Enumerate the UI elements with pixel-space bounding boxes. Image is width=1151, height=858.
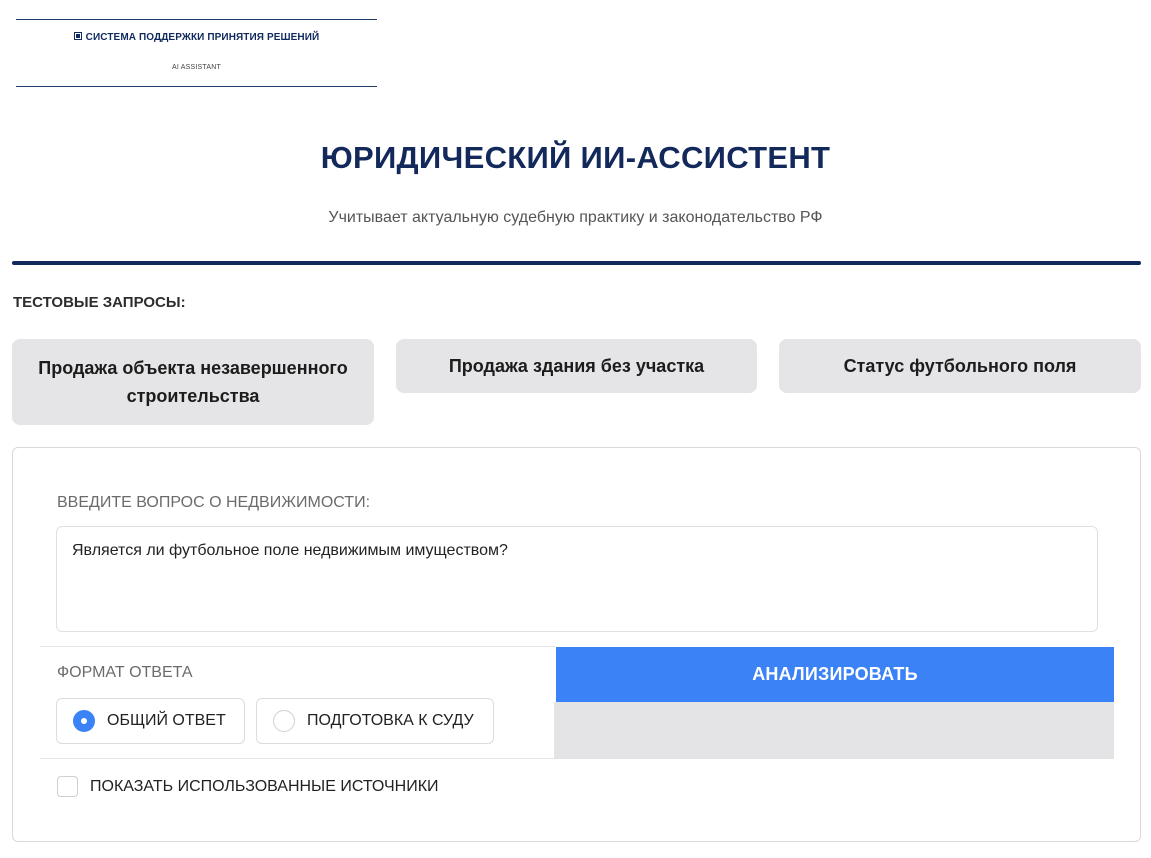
format-row-divider-bottom <box>40 758 1114 759</box>
test-queries-label: ТЕСТОВЫЕ ЗАПРОСЫ: <box>13 294 186 311</box>
analyze-button[interactable]: АНАЛИЗИРОВАТЬ <box>556 647 1114 702</box>
show-sources-label: ПОКАЗАТЬ ИСПОЛЬЗОВАННЫЕ ИСТОЧНИКИ <box>90 777 439 795</box>
radio-selected-icon <box>73 710 95 732</box>
logo-title: СИСТЕМА ПОДДЕРЖКИ ПРИНЯТИЯ РЕШЕНИЙ <box>16 32 377 43</box>
test-query-button-1[interactable]: Продажа объекта незавершенного строитель… <box>12 339 374 425</box>
checkbox-unchecked-icon[interactable] <box>57 776 78 797</box>
question-textarea[interactable]: Является ли футбольное поле недвижимым и… <box>56 526 1098 632</box>
radio-unselected-icon <box>273 710 295 732</box>
format-row-divider-top <box>40 646 555 647</box>
format-option-general[interactable]: ОБЩИЙ ОТВЕТ <box>56 698 245 744</box>
query-form-card: ВВЕДИТЕ ВОПРОС О НЕДВИЖИМОСТИ: Является … <box>12 447 1141 842</box>
format-option-general-label: ОБЩИЙ ОТВЕТ <box>107 712 226 729</box>
logo-subtitle: AI ASSISTANT <box>172 64 221 71</box>
test-query-button-3[interactable]: Статус футбольного поля <box>779 339 1141 393</box>
logo-block: СИСТЕМА ПОДДЕРЖКИ ПРИНЯТИЯ РЕШЕНИЙ AI AS… <box>16 19 377 87</box>
page-title: ЮРИДИЧЕСКИЙ ИИ-АССИСТЕНТ <box>320 140 831 175</box>
header-divider <box>12 261 1141 265</box>
analyze-status-area <box>554 702 1114 758</box>
logo-square-icon <box>73 32 82 40</box>
question-label: ВВЕДИТЕ ВОПРОС О НЕДВИЖИМОСТИ: <box>57 494 371 511</box>
show-sources-toggle[interactable]: ПОКАЗАТЬ ИСПОЛЬЗОВАННЫЕ ИСТОЧНИКИ <box>57 776 439 797</box>
page-subtitle: Учитывает актуальную судебную практику и… <box>328 209 823 226</box>
format-option-court[interactable]: ПОДГОТОВКА К СУДУ <box>256 698 494 744</box>
logo-title-text: СИСТЕМА ПОДДЕРЖКИ ПРИНЯТИЯ РЕШЕНИЙ <box>85 32 320 43</box>
format-label: ФОРМАТ ОТВЕТА <box>57 664 193 681</box>
test-query-button-2[interactable]: Продажа здания без участка <box>396 339 757 393</box>
format-option-court-label: ПОДГОТОВКА К СУДУ <box>307 712 474 729</box>
